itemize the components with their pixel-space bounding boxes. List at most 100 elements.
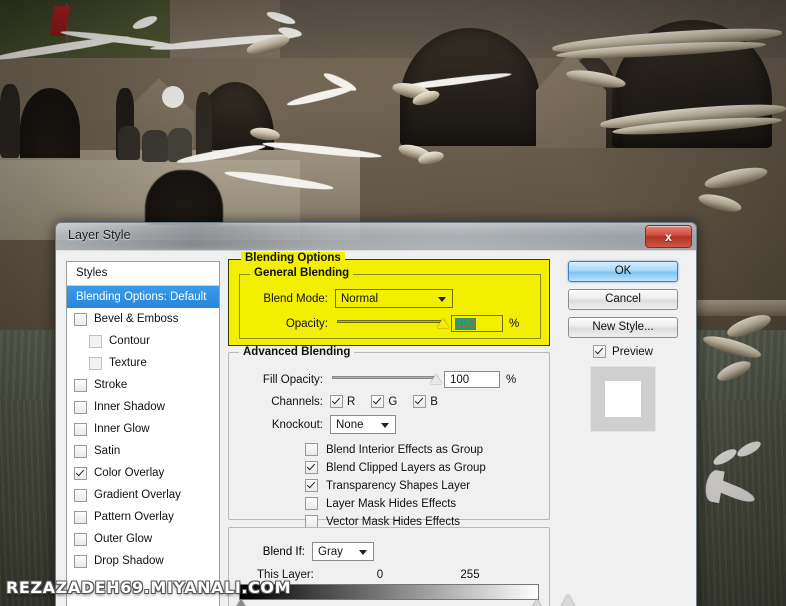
opacity-slider-thumb[interactable] xyxy=(437,317,449,328)
sidebar-item-contour[interactable]: Contour xyxy=(67,330,219,352)
blend-mode-select[interactable]: Normal xyxy=(335,289,453,308)
checkbox-icon[interactable] xyxy=(74,378,87,392)
blend-if-select[interactable]: Gray xyxy=(312,542,374,561)
preview-thumbnail-swatch xyxy=(605,381,641,417)
checkbox-icon[interactable] xyxy=(74,488,87,502)
chevron-down-icon xyxy=(381,422,389,428)
chevron-down-icon xyxy=(438,296,446,302)
option-label: Blend Interior Effects as Group xyxy=(326,443,484,456)
advanced-blending-group: Advanced Blending Fill Opacity: 100 % Ch… xyxy=(228,346,550,528)
sidebar-item-label: Drop Shadow xyxy=(94,555,164,567)
channel-b[interactable]: B xyxy=(413,395,438,408)
blend-if-label: Blend If: xyxy=(262,545,305,558)
checkbox-icon[interactable] xyxy=(89,334,102,348)
ok-button[interactable]: OK xyxy=(568,261,678,282)
new-style-button[interactable]: New Style... xyxy=(568,317,678,338)
sidebar-item-label: Color Overlay xyxy=(94,467,165,479)
channel-r[interactable]: R xyxy=(330,395,355,408)
opacity-label: Opacity: xyxy=(285,317,328,330)
sidebar-item-label: Outer Glow xyxy=(94,533,153,545)
calligraphy-dot-1 xyxy=(162,86,184,108)
fill-opacity-slider-thumb[interactable] xyxy=(430,373,442,384)
knockout-label: Knockout: xyxy=(271,418,323,431)
checkbox-icon[interactable] xyxy=(74,532,87,546)
fill-opacity-slider-track xyxy=(332,375,438,379)
photo-person-left-edge xyxy=(0,84,20,158)
option-blend-interior-effects[interactable]: Blend Interior Effects as Group xyxy=(305,441,539,458)
knockout-select[interactable]: None xyxy=(330,415,396,434)
sidebar-item-satin[interactable]: Satin xyxy=(67,440,219,462)
dialog-title-bar[interactable]: Layer Style x xyxy=(56,223,696,251)
this-layer-handle-right[interactable] xyxy=(531,599,543,606)
sidebar-item-label: Pattern Overlay xyxy=(94,511,174,523)
fill-opacity-input[interactable]: 100 xyxy=(444,371,500,388)
advanced-blending-legend: Advanced Blending xyxy=(239,346,355,358)
knockout-value: None xyxy=(336,419,364,431)
opacity-value: 100 xyxy=(455,318,477,330)
opacity-slider[interactable] xyxy=(337,317,449,331)
option-label: Layer Mask Hides Effects xyxy=(326,497,457,510)
checkbox-icon[interactable] xyxy=(89,356,102,370)
sidebar-item-drop-shadow[interactable]: Drop Shadow xyxy=(67,550,219,572)
checkbox-icon[interactable] xyxy=(305,461,318,474)
checkbox-icon[interactable] xyxy=(413,395,427,408)
photo-person-seated-1 xyxy=(118,126,140,160)
sidebar-item-gradient-overlay[interactable]: Gradient Overlay xyxy=(67,484,219,506)
checkbox-icon[interactable] xyxy=(74,444,87,458)
checkbox-icon[interactable] xyxy=(305,479,318,492)
channel-b-label: B xyxy=(430,395,438,408)
channel-g[interactable]: G xyxy=(371,395,397,408)
preview-thumbnail xyxy=(590,366,656,432)
channels-label: Channels: xyxy=(271,395,323,408)
preview-toggle[interactable]: Preview xyxy=(568,345,678,358)
sidebar-item-bevel-emboss[interactable]: Bevel & Emboss xyxy=(67,308,219,330)
layer-style-dialog: Layer Style x Styles Blending Options: D… xyxy=(55,222,697,606)
sidebar-item-outer-glow[interactable]: Outer Glow xyxy=(67,528,219,550)
checkbox-icon[interactable] xyxy=(74,422,87,436)
sidebar-item-label: Texture xyxy=(109,357,147,369)
channel-g-label: G xyxy=(388,395,398,408)
cancel-button[interactable]: Cancel xyxy=(568,289,678,310)
general-blending-group: General Blending Blend Mode: Normal Opac… xyxy=(239,267,541,339)
sidebar-item-inner-glow[interactable]: Inner Glow xyxy=(67,418,219,440)
this-layer-min: 0 xyxy=(376,569,384,581)
preview-label: Preview xyxy=(612,345,653,358)
checkbox-icon[interactable] xyxy=(74,466,87,480)
close-icon-glyph: x xyxy=(665,229,672,244)
styles-header: Styles xyxy=(67,262,219,286)
checkbox-icon[interactable] xyxy=(593,345,607,358)
fill-opacity-value: 100 xyxy=(450,374,470,386)
sidebar-item-inner-shadow[interactable]: Inner Shadow xyxy=(67,396,219,418)
option-transparency-shapes-layer[interactable]: Transparency Shapes Layer xyxy=(305,477,539,494)
option-label: Transparency Shapes Layer xyxy=(326,479,471,492)
sidebar-item-stroke[interactable]: Stroke xyxy=(67,374,219,396)
checkbox-icon[interactable] xyxy=(74,312,87,326)
checkbox-icon[interactable] xyxy=(305,443,318,456)
option-label: Blend Clipped Layers as Group xyxy=(326,461,486,474)
option-blend-clipped-layers[interactable]: Blend Clipped Layers as Group xyxy=(305,459,539,476)
dialog-title: Layer Style xyxy=(68,228,131,242)
sidebar-item-texture[interactable]: Texture xyxy=(67,352,219,374)
sidebar-item-blending-options[interactable]: Blending Options: Default xyxy=(67,286,219,308)
checkbox-icon[interactable] xyxy=(330,395,343,408)
blend-mode-label: Blend Mode: xyxy=(263,292,328,305)
option-layer-mask-hides-effects[interactable]: Layer Mask Hides Effects xyxy=(305,495,539,512)
blending-options-group: Blending Options General Blending Blend … xyxy=(228,252,550,346)
opacity-input[interactable]: 100 xyxy=(451,315,503,332)
sidebar-item-label: Blending Options: Default xyxy=(76,291,207,303)
checkbox-icon[interactable] xyxy=(74,510,87,524)
checkbox-icon[interactable] xyxy=(305,497,318,510)
chevron-down-icon xyxy=(359,549,367,555)
channel-r-label: R xyxy=(347,395,356,408)
sidebar-item-color-overlay[interactable]: Color Overlay xyxy=(67,462,219,484)
close-icon[interactable]: x xyxy=(645,225,692,248)
this-layer-handle-left[interactable] xyxy=(235,599,247,606)
sidebar-item-pattern-overlay[interactable]: Pattern Overlay xyxy=(67,506,219,528)
checkbox-icon[interactable] xyxy=(371,395,385,408)
checkbox-icon[interactable] xyxy=(74,400,87,414)
sidebar-item-label: Bevel & Emboss xyxy=(94,313,179,325)
checkbox-icon[interactable] xyxy=(74,554,87,568)
fill-opacity-slider[interactable] xyxy=(332,373,442,387)
screen: REZAZADEH69.MIYANALI.COM Layer Style x S… xyxy=(0,0,786,606)
option-label: Vector Mask Hides Effects xyxy=(326,515,461,528)
